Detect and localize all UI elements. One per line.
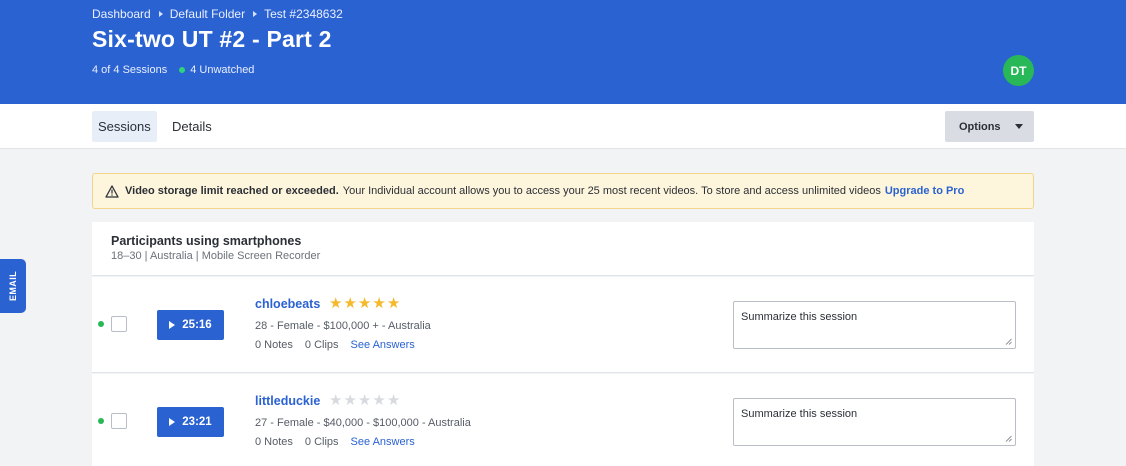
- email-side-tab[interactable]: EMAIL: [0, 259, 26, 313]
- avatar[interactable]: DT: [1003, 55, 1034, 86]
- see-answers-link[interactable]: See Answers: [351, 436, 415, 448]
- session-links: 0 Notes 0 Clips See Answers: [255, 436, 427, 448]
- session-links: 0 Notes 0 Clips See Answers: [255, 339, 427, 351]
- notes-count[interactable]: 0 Notes: [255, 339, 293, 351]
- star-icon[interactable]: ★: [329, 393, 342, 408]
- options-button[interactable]: Options: [945, 111, 1034, 142]
- star-icon[interactable]: ★: [387, 393, 400, 408]
- breadcrumb-folder[interactable]: Default Folder: [170, 7, 245, 21]
- video-duration: 25:16: [182, 319, 212, 331]
- star-icon[interactable]: ★: [358, 296, 371, 311]
- resize-grip-icon[interactable]: [1005, 338, 1012, 345]
- summary-textarea[interactable]: Summarize this session: [733, 301, 1016, 349]
- resize-grip-icon[interactable]: [1005, 435, 1012, 442]
- star-icon[interactable]: ★: [343, 296, 356, 311]
- star-icon[interactable]: ★: [343, 393, 356, 408]
- caret-down-icon: [1015, 124, 1023, 129]
- unwatched-dot-icon: [179, 67, 186, 73]
- email-side-tab-label: EMAIL: [8, 271, 18, 301]
- session-row: 25:16 chloebeats ★ ★ ★ ★ ★ 28 - Female -…: [92, 277, 1034, 373]
- session-meta: 4 of 4 Sessions 4 Unwatched: [92, 64, 254, 76]
- group-subtitle: 18–30 | Australia | Mobile Screen Record…: [111, 250, 321, 262]
- summary-textarea[interactable]: Summarize this session: [733, 398, 1016, 446]
- notes-count[interactable]: 0 Notes: [255, 436, 293, 448]
- alert-title: Video storage limit reached or exceeded.: [125, 185, 339, 197]
- star-icon[interactable]: ★: [358, 393, 371, 408]
- play-video-button[interactable]: 25:16: [157, 310, 224, 340]
- tab-sessions[interactable]: Sessions: [92, 111, 157, 142]
- page-header: Dashboard Default Folder Test #2348632 S…: [0, 0, 1126, 104]
- star-icon[interactable]: ★: [329, 296, 342, 311]
- video-duration: 23:21: [182, 416, 212, 428]
- breadcrumb: Dashboard Default Folder Test #2348632: [92, 7, 343, 21]
- participant-name[interactable]: chloebeats: [255, 297, 320, 311]
- summary-text: Summarize this session: [741, 408, 858, 420]
- participant-demographics: 28 - Female - $100,000 + - Australia: [255, 320, 431, 332]
- participant-demographics: 27 - Female - $40,000 - $100,000 - Austr…: [255, 417, 471, 429]
- chevron-right-icon: [158, 11, 163, 17]
- summary-text: Summarize this session: [741, 311, 858, 323]
- upgrade-link[interactable]: Upgrade to Pro: [885, 185, 964, 197]
- play-icon: [169, 418, 176, 426]
- star-rating[interactable]: ★ ★ ★ ★ ★: [329, 393, 401, 408]
- page-title: Six-two UT #2 - Part 2: [92, 26, 332, 52]
- warning-icon: [105, 184, 119, 198]
- session-count: 4 of 4 Sessions: [92, 64, 168, 76]
- options-label: Options: [959, 120, 1001, 133]
- star-rating[interactable]: ★ ★ ★ ★ ★: [329, 296, 401, 311]
- see-answers-link[interactable]: See Answers: [351, 339, 415, 351]
- session-checkbox[interactable]: [111, 413, 127, 429]
- unwatched-count: 4 Unwatched: [190, 64, 255, 76]
- chevron-right-icon: [253, 11, 258, 17]
- unwatched-dot-icon: [98, 418, 104, 424]
- star-icon[interactable]: ★: [387, 296, 400, 311]
- participant-name[interactable]: littleduckie: [255, 394, 320, 408]
- tab-bar: Sessions Details Options: [0, 104, 1126, 149]
- star-icon[interactable]: ★: [372, 393, 385, 408]
- tab-details[interactable]: Details: [166, 111, 218, 142]
- play-video-button[interactable]: 23:21: [157, 407, 224, 437]
- unwatched-dot-icon: [98, 321, 104, 327]
- storage-alert: Video storage limit reached or exceeded.…: [92, 173, 1034, 209]
- clips-count[interactable]: 0 Clips: [305, 436, 339, 448]
- participant-group-header: Participants using smartphones 18–30 | A…: [92, 222, 1034, 276]
- breadcrumb-test[interactable]: Test #2348632: [264, 7, 343, 21]
- play-icon: [169, 321, 176, 329]
- group-title: Participants using smartphones: [111, 234, 302, 248]
- session-checkbox[interactable]: [111, 316, 127, 332]
- alert-body: Your Individual account allows you to ac…: [342, 185, 881, 197]
- clips-count[interactable]: 0 Clips: [305, 339, 339, 351]
- breadcrumb-dashboard[interactable]: Dashboard: [92, 7, 151, 21]
- star-icon[interactable]: ★: [372, 296, 385, 311]
- session-row: 23:21 littleduckie ★ ★ ★ ★ ★ 27 - Female…: [92, 374, 1034, 466]
